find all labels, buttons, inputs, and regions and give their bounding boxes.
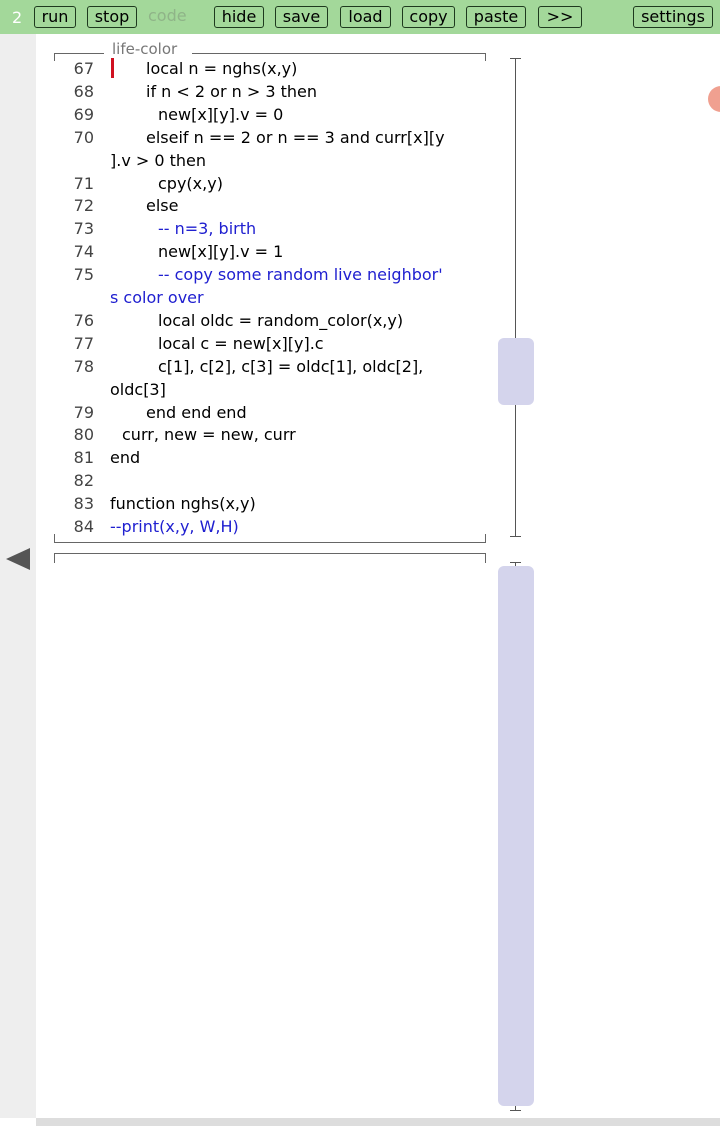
- code-text: if n < 2 or n > 3 then: [146, 81, 317, 101]
- code-text: ].v > 0 then: [110, 150, 207, 170]
- code-label: code: [148, 6, 187, 25]
- more-button[interactable]: >>: [538, 6, 582, 28]
- output-frame-right: [485, 553, 486, 563]
- code-line[interactable]: 75 -- copy some random live neighbor': [0, 263, 480, 286]
- editor-frame-top: [54, 53, 104, 54]
- code-line[interactable]: 79 end end end: [0, 401, 480, 424]
- tab-number[interactable]: 2: [12, 8, 22, 27]
- code-text: local oldc = random_color(x,y): [158, 310, 404, 330]
- code-line[interactable]: 68 if n < 2 or n > 3 then: [0, 80, 480, 103]
- code-line[interactable]: 76 local oldc = random_color(x,y): [0, 309, 480, 332]
- toolbar: 2 run stop code hide save load copy past…: [0, 0, 720, 34]
- load-button[interactable]: load: [340, 6, 391, 28]
- code-text: elseif n == 2 or n == 3 and curr[x][y: [146, 127, 445, 147]
- editor-frame-bottom: [54, 542, 486, 543]
- code-text: oldc[3]: [110, 379, 166, 399]
- code-line[interactable]: s color over: [0, 286, 480, 309]
- code-comment: s color over: [110, 288, 204, 307]
- left-triangle-icon[interactable]: [6, 548, 30, 570]
- text-cursor: [111, 58, 114, 78]
- code-text: else: [146, 196, 179, 216]
- code-text: local c = new[x][y].c: [158, 333, 324, 353]
- editor-scrollbar-cap: [510, 536, 521, 537]
- copy-button[interactable]: copy: [402, 6, 455, 28]
- canvas-dot: [708, 86, 720, 112]
- line-number: 72: [73, 196, 94, 216]
- code-line[interactable]: 80 curr, new = new, curr: [0, 423, 480, 446]
- stop-button[interactable]: stop: [87, 6, 137, 28]
- code-line[interactable]: 69 new[x][y].v = 0: [0, 103, 480, 126]
- save-button[interactable]: save: [275, 6, 328, 28]
- hide-button[interactable]: hide: [214, 6, 264, 28]
- code-text: cpy(x,y): [158, 173, 223, 193]
- line-number: 68: [73, 81, 94, 101]
- line-number: 83: [73, 494, 94, 514]
- code-line[interactable]: 78 c[1], c[2], c[3] = oldc[1], oldc[2],: [0, 355, 480, 378]
- code-line[interactable]: 71 cpy(x,y): [0, 172, 480, 195]
- code-text: function nghs(x,y): [110, 494, 256, 514]
- editor-frame-right: [485, 534, 486, 542]
- code-text: local n = nghs(x,y): [146, 59, 298, 78]
- line-number: 84: [73, 517, 94, 536]
- code-line[interactable]: 74 new[x][y].v = 1: [0, 240, 480, 263]
- line-number: 79: [73, 402, 94, 422]
- code-line[interactable]: 77 local c = new[x][y].c: [0, 332, 480, 355]
- line-number: 67: [73, 59, 94, 78]
- code-text: end end end: [146, 402, 247, 422]
- line-number: 73: [73, 219, 94, 239]
- code-line[interactable]: oldc[3]: [0, 378, 480, 401]
- code-line[interactable]: 72 else: [0, 194, 480, 217]
- editor-frame-right: [485, 53, 486, 61]
- line-number: 77: [73, 333, 94, 353]
- code-text: c[1], c[2], c[3] = oldc[1], oldc[2],: [158, 356, 424, 376]
- output-frame-left: [54, 553, 55, 563]
- code-text: new[x][y].v = 1: [158, 242, 284, 262]
- run-button[interactable]: run: [34, 6, 76, 28]
- output-scrollbar-thumb[interactable]: [498, 566, 534, 1106]
- code-line[interactable]: 82: [0, 469, 480, 492]
- editor-frame-top: [192, 53, 486, 54]
- editor-scrollbar-thumb[interactable]: [498, 338, 534, 405]
- line-number: 70: [73, 127, 94, 147]
- line-number: 71: [73, 173, 94, 193]
- code-line[interactable]: 84 --print(x,y, W,H): [0, 515, 480, 538]
- line-number: 69: [73, 104, 94, 124]
- code-text: new[x][y].v = 0: [158, 104, 284, 124]
- bottom-edge: [36, 1118, 720, 1126]
- line-number: 76: [73, 310, 94, 330]
- code-line[interactable]: 81 end: [0, 446, 480, 469]
- code-line[interactable]: ].v > 0 then: [0, 149, 480, 172]
- line-number: 80: [73, 425, 94, 445]
- code-comment: --print(x,y, W,H): [110, 517, 239, 536]
- settings-button[interactable]: settings: [633, 6, 713, 28]
- code-line[interactable]: 83 function nghs(x,y): [0, 492, 480, 515]
- code-text: curr, new = new, curr: [122, 425, 296, 445]
- output-scrollbar-cap: [510, 1110, 521, 1111]
- editor-scrollbar-track[interactable]: [515, 58, 516, 536]
- code-line[interactable]: 67 local n = nghs(x,y): [0, 57, 480, 80]
- code-line[interactable]: 73 -- n=3, birth: [0, 217, 480, 240]
- line-number: 74: [73, 242, 94, 262]
- line-number: 75: [73, 265, 94, 285]
- line-number: 81: [73, 448, 94, 468]
- editor-title: life-color: [110, 40, 180, 58]
- code-comment: -- n=3, birth: [158, 219, 257, 239]
- line-number: 82: [73, 471, 94, 491]
- paste-button[interactable]: paste: [466, 6, 526, 28]
- output-frame-top: [54, 553, 486, 554]
- code-text: end: [110, 448, 141, 468]
- code-line[interactable]: 70 elseif n == 2 or n == 3 and curr[x][y: [0, 126, 480, 149]
- code-comment: -- copy some random live neighbor': [158, 265, 443, 285]
- line-number: 78: [73, 356, 94, 376]
